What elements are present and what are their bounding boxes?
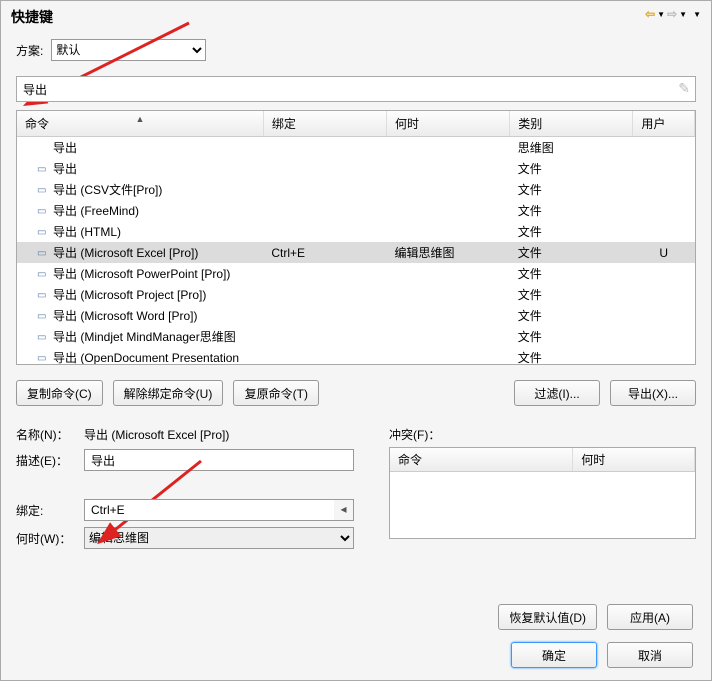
nav-arrows: ⇦ ▼ ⇨ ▼ ▼ bbox=[645, 7, 701, 21]
table-row[interactable]: ▭导出 (HTML)文件 bbox=[17, 221, 695, 242]
col-category[interactable]: 类别 bbox=[510, 111, 633, 137]
document-icon: ▭ bbox=[37, 164, 51, 175]
scheme-label: 方案: bbox=[16, 42, 43, 59]
table-row[interactable]: ▭导出 (Microsoft Excel [Pro])Ctrl+E编辑思维图文件… bbox=[17, 242, 695, 263]
table-row[interactable]: ▭导出 (Microsoft PowerPoint [Pro])文件 bbox=[17, 263, 695, 284]
table-row[interactable]: ▭导出 (FreeMind)文件 bbox=[17, 200, 695, 221]
restore-defaults-button[interactable]: 恢复默认值(D) bbox=[498, 604, 597, 630]
table-row[interactable]: ▭导出 (Microsoft Project [Pro])文件 bbox=[17, 284, 695, 305]
desc-input[interactable] bbox=[84, 449, 354, 471]
binding-input[interactable] bbox=[84, 499, 334, 521]
unbind-command-button[interactable]: 解除绑定命令(U) bbox=[113, 380, 224, 406]
forward-icon: ⇨ bbox=[667, 7, 677, 21]
filter-button[interactable]: 过滤(I)... bbox=[514, 380, 600, 406]
document-icon: ▭ bbox=[37, 269, 51, 280]
back-dropdown-icon[interactable]: ▼ bbox=[657, 10, 665, 19]
document-icon: ▭ bbox=[37, 248, 51, 259]
col-binding[interactable]: 绑定 bbox=[263, 111, 386, 137]
apply-button[interactable]: 应用(A) bbox=[607, 604, 693, 630]
binding-clear-icon[interactable]: ◂ bbox=[334, 499, 354, 521]
commands-table[interactable]: 命令 绑定 何时 类别 用户 导出思维图▭导出文件▭导出 (CSV文件[Pro]… bbox=[16, 110, 696, 365]
col-command[interactable]: 命令 bbox=[17, 111, 263, 137]
export-button[interactable]: 导出(X)... bbox=[610, 380, 696, 406]
conflict-col-command[interactable]: 命令 bbox=[390, 448, 573, 472]
col-when[interactable]: 何时 bbox=[387, 111, 510, 137]
table-row[interactable]: ▭导出 (Mindjet MindManager思维图文件 bbox=[17, 326, 695, 347]
back-icon[interactable]: ⇦ bbox=[645, 7, 655, 21]
filter-input[interactable] bbox=[16, 76, 696, 102]
restore-command-button[interactable]: 复原命令(T) bbox=[233, 380, 319, 406]
document-icon: ▭ bbox=[37, 332, 51, 343]
conflict-table[interactable]: 命令 何时 bbox=[389, 447, 696, 539]
document-icon: ▭ bbox=[37, 227, 51, 238]
conflict-col-when[interactable]: 何时 bbox=[573, 448, 695, 472]
when-select[interactable]: 编辑思维图 bbox=[84, 527, 354, 549]
table-row[interactable]: 导出思维图 bbox=[17, 137, 695, 159]
table-row[interactable]: ▭导出 (Microsoft Word [Pro])文件 bbox=[17, 305, 695, 326]
forward-dropdown-icon[interactable]: ▼ bbox=[679, 10, 687, 19]
name-value: 导出 (Microsoft Excel [Pro]) bbox=[84, 426, 371, 443]
scheme-select[interactable]: 默认 bbox=[51, 39, 206, 61]
document-icon: ▭ bbox=[37, 185, 51, 196]
when-label: 何时(W)： bbox=[16, 530, 84, 547]
clear-filter-icon[interactable]: ✎ bbox=[678, 80, 690, 97]
ok-button[interactable]: 确定 bbox=[511, 642, 597, 668]
binding-label: 绑定: bbox=[16, 502, 84, 519]
table-row[interactable]: ▭导出 (OpenDocument Presentation文件 bbox=[17, 347, 695, 365]
document-icon: ▭ bbox=[37, 290, 51, 301]
copy-command-button[interactable]: 复制命令(C) bbox=[16, 380, 103, 406]
table-row[interactable]: ▭导出文件 bbox=[17, 158, 695, 179]
table-row[interactable]: ▭导出 (CSV文件[Pro])文件 bbox=[17, 179, 695, 200]
conflict-label: 冲突(F)： bbox=[389, 426, 696, 443]
cancel-button[interactable]: 取消 bbox=[607, 642, 693, 668]
menu-dropdown-icon[interactable]: ▼ bbox=[693, 10, 701, 19]
col-user[interactable]: 用户 bbox=[633, 111, 695, 137]
document-icon: ▭ bbox=[37, 353, 51, 364]
name-label: 名称(N)： bbox=[16, 426, 84, 443]
dialog-title: 快捷键 bbox=[11, 7, 53, 27]
desc-label: 描述(E)： bbox=[16, 452, 84, 469]
document-icon: ▭ bbox=[37, 311, 51, 322]
document-icon: ▭ bbox=[37, 206, 51, 217]
